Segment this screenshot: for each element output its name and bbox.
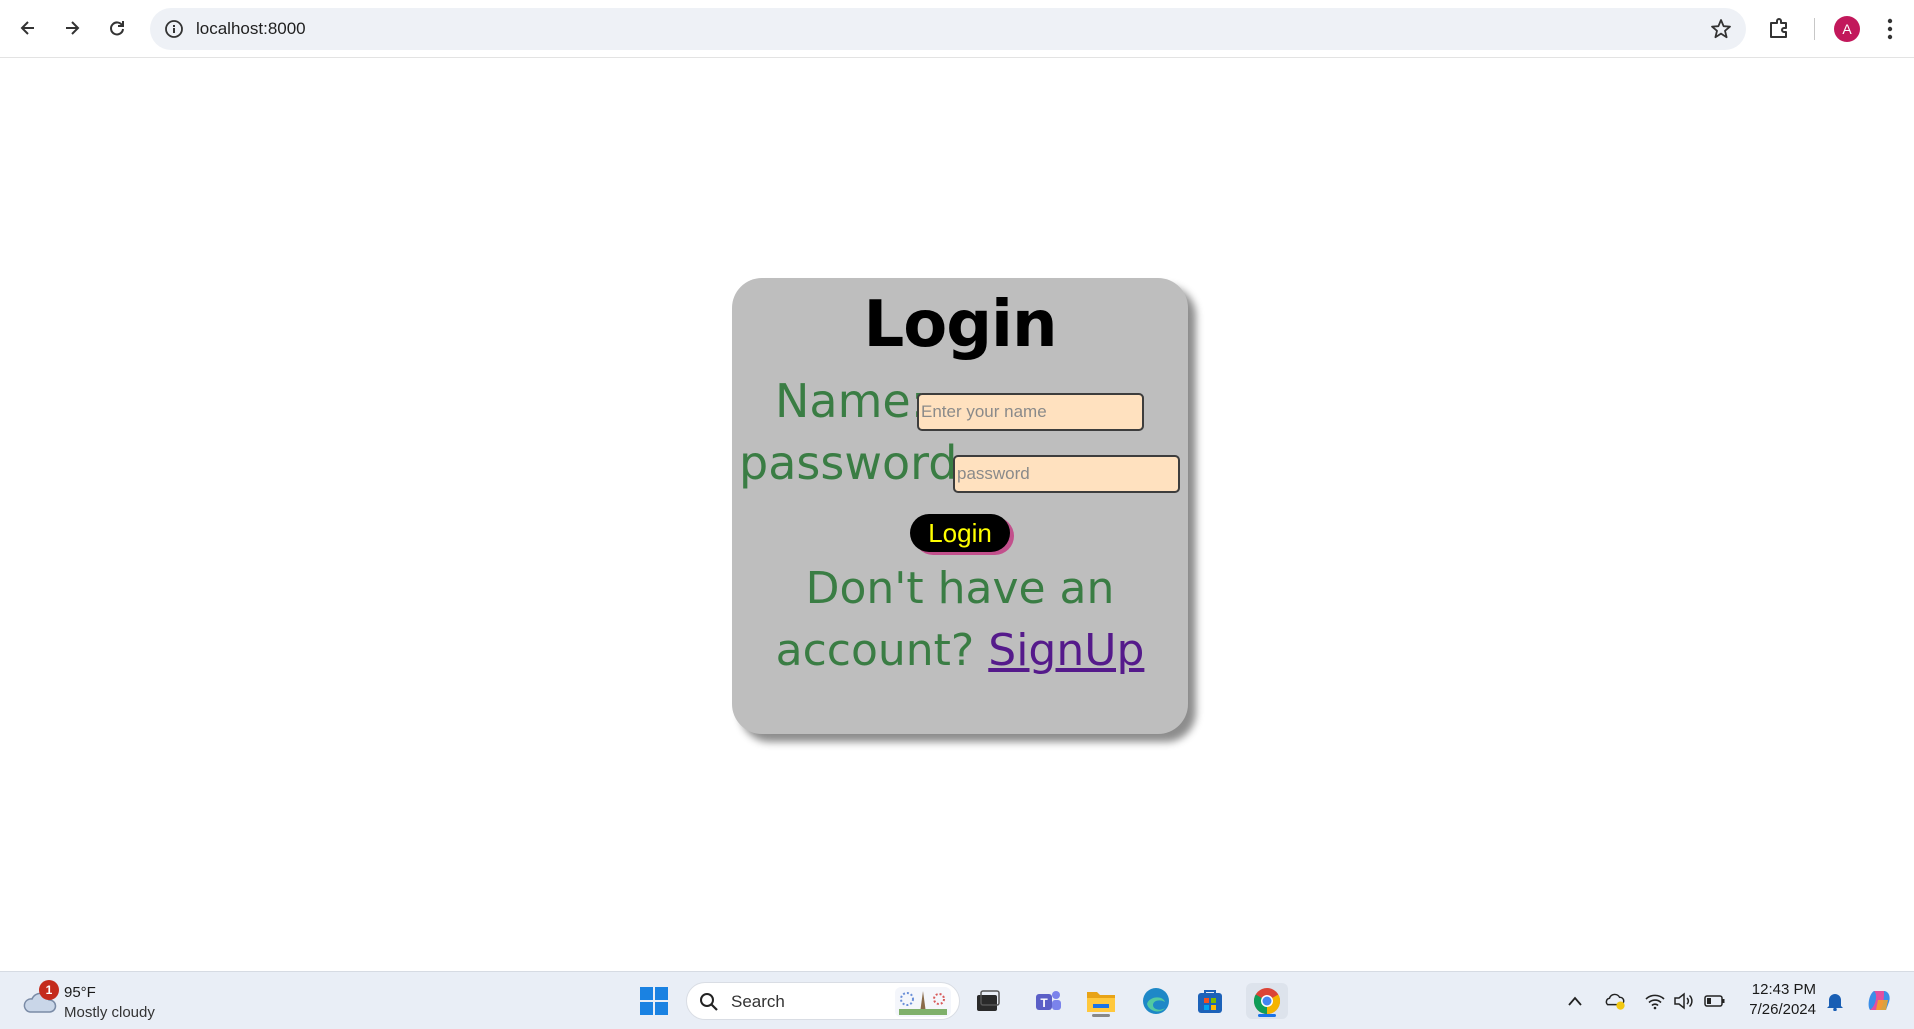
chrome-icon <box>1253 988 1281 1015</box>
search-highlight-icon <box>895 987 951 1017</box>
onedrive-tray[interactable] <box>1604 990 1626 1012</box>
profile-avatar[interactable]: A <box>1834 16 1860 42</box>
address-bar[interactable]: localhost:8000 <box>150 8 1746 50</box>
name-input[interactable] <box>917 393 1144 431</box>
login-card: Login Name: password: Login Don't have a… <box>732 278 1188 734</box>
search-icon <box>700 993 718 1011</box>
file-explorer-icon <box>1087 992 1115 1012</box>
bookmark-star-icon[interactable] <box>1710 18 1732 40</box>
system-clock[interactable]: 12:43 PM 7/26/2024 <box>1746 980 1816 1020</box>
teams-button[interactable]: T <box>1030 983 1066 1019</box>
toolbar-divider <box>1814 18 1815 40</box>
login-title: Login <box>863 288 1057 362</box>
site-info-icon[interactable] <box>164 19 184 39</box>
start-button[interactable] <box>636 983 672 1019</box>
copilot-button[interactable] <box>1864 986 1894 1016</box>
name-label: Name: <box>775 374 927 428</box>
task-view-icon <box>977 990 1000 1011</box>
volume-icon <box>1674 992 1693 1010</box>
signup-prompt: Don't have an account? SignUp <box>732 558 1188 682</box>
bell-icon <box>1827 994 1843 1011</box>
extensions-icon[interactable] <box>1764 14 1794 44</box>
wifi-icon <box>1645 994 1665 1010</box>
arrow-right-icon <box>66 21 80 35</box>
task-view-button[interactable] <box>970 983 1006 1019</box>
more-menu-icon[interactable] <box>1880 16 1900 42</box>
copilot-icon <box>1868 991 1890 1010</box>
volume-tray[interactable] <box>1673 990 1695 1012</box>
search-label: Search <box>731 992 785 1011</box>
login-button[interactable]: Login <box>910 514 1010 552</box>
app-running-indicator <box>1092 1014 1110 1017</box>
url-text[interactable]: localhost:8000 <box>196 19 306 39</box>
chevron-up-icon <box>1568 996 1582 1006</box>
wifi-tray[interactable] <box>1644 990 1666 1012</box>
battery-tray[interactable] <box>1704 990 1726 1012</box>
show-hidden-icons-button[interactable] <box>1564 990 1586 1012</box>
arrow-left-icon <box>20 21 34 35</box>
signup-link[interactable]: SignUp <box>988 625 1144 676</box>
battery-icon <box>1704 995 1725 1007</box>
weather-notification-badge: 1 <box>39 980 59 1000</box>
clock-time: 12:43 PM <box>1751 981 1816 998</box>
onedrive-warning-icon <box>1605 993 1625 1010</box>
forward-button[interactable] <box>54 10 90 46</box>
password-label: password: <box>739 436 973 490</box>
back-button[interactable] <box>10 10 46 46</box>
windows-start-icon <box>640 987 668 1015</box>
browser-toolbar: localhost:8000 A <box>0 0 1914 58</box>
file-explorer-button[interactable] <box>1083 983 1119 1019</box>
windows-taskbar: 1 95°F Mostly cloudy Search T 12:43 PM 7… <box>0 971 1914 1029</box>
reload-button[interactable] <box>99 10 135 46</box>
edge-icon <box>1143 988 1169 1014</box>
taskbar-search[interactable]: Search <box>686 982 960 1020</box>
edge-button[interactable] <box>1138 983 1174 1019</box>
clock-date: 7/26/2024 <box>1749 1001 1816 1018</box>
reload-icon <box>110 21 124 36</box>
notifications-button[interactable] <box>1824 990 1846 1012</box>
app-active-indicator <box>1258 1014 1276 1017</box>
weather-temperature: 95°F <box>64 984 96 1001</box>
weather-widget[interactable]: 1 95°F Mostly cloudy <box>22 980 182 1024</box>
weather-condition: Mostly cloudy <box>64 1004 155 1021</box>
microsoft-store-icon <box>1198 990 1222 1013</box>
password-input[interactable] <box>953 455 1180 493</box>
svg-text:T: T <box>1040 996 1048 1010</box>
store-button[interactable] <box>1192 983 1228 1019</box>
chrome-button[interactable] <box>1246 983 1288 1019</box>
teams-icon: T <box>1036 991 1061 1010</box>
